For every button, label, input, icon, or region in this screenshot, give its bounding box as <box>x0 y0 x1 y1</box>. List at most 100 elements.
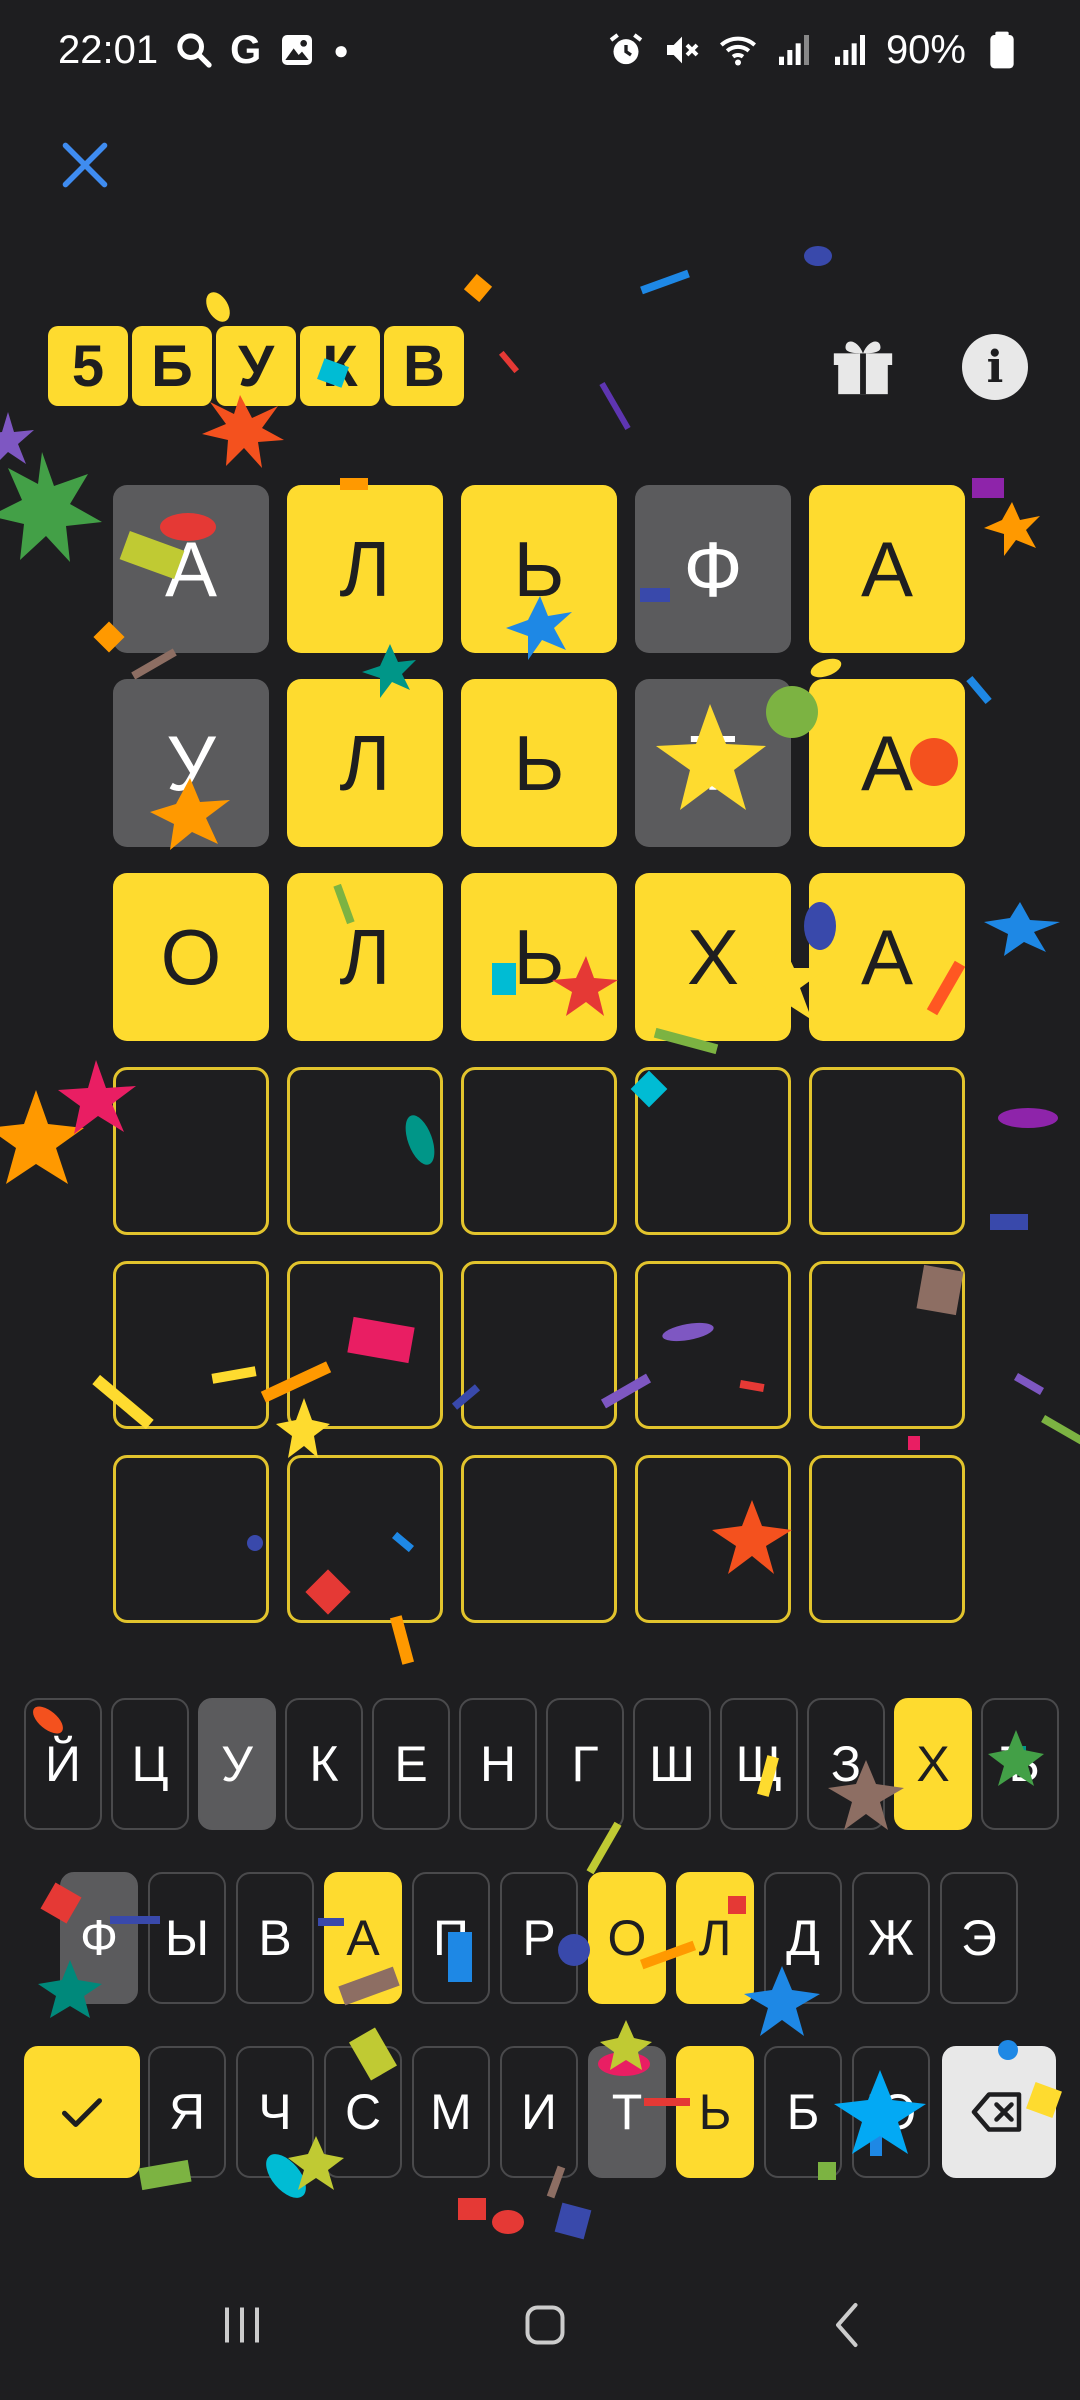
key[interactable]: О <box>588 1872 666 2004</box>
key[interactable]: М <box>412 2046 490 2178</box>
board-cell-empty <box>635 1067 791 1235</box>
board-cell-empty <box>287 1067 443 1235</box>
board-cell-empty <box>809 1261 965 1429</box>
key[interactable]: Й <box>24 1698 102 1830</box>
recent-apps-button[interactable] <box>202 2290 282 2360</box>
board-cell: О <box>113 873 269 1041</box>
alarm-icon <box>606 30 646 70</box>
key[interactable]: С <box>324 2046 402 2178</box>
key[interactable]: Я <box>148 2046 226 2178</box>
board-cell-empty <box>113 1261 269 1429</box>
google-icon: G <box>230 27 262 72</box>
board-cell: А <box>113 485 269 653</box>
board-cell: У <box>113 679 269 847</box>
board-cell-empty <box>113 1067 269 1235</box>
key[interactable]: И <box>500 2046 578 2178</box>
key[interactable]: Х <box>894 1698 972 1830</box>
logo-tile: В <box>384 326 464 406</box>
close-icon <box>62 142 108 188</box>
backspace-icon <box>971 2092 1022 2132</box>
board-cell-empty <box>461 1261 617 1429</box>
board-cell: А <box>809 873 965 1041</box>
keyboard-row-3: Я Ч С М И Т Ь Б Ю <box>0 2046 1080 2178</box>
backspace-button[interactable] <box>942 2046 1056 2178</box>
key[interactable]: Ц <box>111 1698 189 1830</box>
search-icon <box>174 30 214 70</box>
board-cell: Х <box>635 873 791 1041</box>
battery-icon <box>982 30 1022 70</box>
signal-icon <box>830 30 870 70</box>
wifi-icon <box>718 30 758 70</box>
battery-percent: 90% <box>885 27 966 72</box>
key[interactable]: Е <box>372 1698 450 1830</box>
dot-icon: ● <box>333 34 349 65</box>
key[interactable]: Ъ <box>981 1698 1059 1830</box>
logo-tile: 5 <box>48 326 128 406</box>
board-cell-empty <box>287 1455 443 1623</box>
board-cell-empty <box>461 1455 617 1623</box>
board-cell: Ф <box>635 485 791 653</box>
key[interactable]: Т <box>588 2046 666 2178</box>
logo-tile: Б <box>132 326 212 406</box>
key[interactable]: Б <box>764 2046 842 2178</box>
home-button[interactable] <box>505 2290 585 2360</box>
board-cell-empty <box>287 1261 443 1429</box>
logo-tile: К <box>300 326 380 406</box>
screen: 22:01 G ● 90% 5 Б У К В i А Л Ь Ф А У Л … <box>0 0 1080 2400</box>
key[interactable]: Ч <box>236 2046 314 2178</box>
info-button[interactable]: i <box>962 334 1028 400</box>
logo: 5 Б У К В <box>48 326 464 406</box>
home-icon <box>525 2305 565 2345</box>
board-cell: Л <box>287 873 443 1041</box>
key[interactable]: Ж <box>852 1872 930 2004</box>
key[interactable]: К <box>285 1698 363 1830</box>
key[interactable]: Ь <box>676 2046 754 2178</box>
info-icon: i <box>986 341 1004 393</box>
key[interactable]: А <box>324 1872 402 2004</box>
keyboard-row-1: Й Ц У К Е Н Г Ш Щ З Х Ъ <box>0 1698 1080 1830</box>
key[interactable]: Д <box>764 1872 842 2004</box>
key[interactable]: Щ <box>720 1698 798 1830</box>
board-cell: Т <box>635 679 791 847</box>
key[interactable]: В <box>236 1872 314 2004</box>
board-cell-empty <box>635 1455 791 1623</box>
key[interactable]: У <box>198 1698 276 1830</box>
key[interactable]: Ш <box>633 1698 711 1830</box>
status-right: 90% <box>606 28 1022 73</box>
game-board: А Л Ь Ф А У Л Ь Т А О Л Ь Х А <box>113 485 965 1623</box>
board-cell-empty <box>809 1455 965 1623</box>
board-cell-empty <box>635 1261 791 1429</box>
status-left: 22:01 G ● <box>58 28 349 73</box>
key[interactable]: Ю <box>852 2046 930 2178</box>
status-bar: 22:01 G ● 90% <box>0 0 1080 100</box>
gift-icon <box>833 341 893 395</box>
key[interactable]: Ы <box>148 1872 226 2004</box>
key[interactable]: Л <box>676 1872 754 2004</box>
enter-button[interactable] <box>24 2046 140 2178</box>
key[interactable]: Э <box>940 1872 1018 2004</box>
key[interactable]: Н <box>459 1698 537 1830</box>
board-cell: Л <box>287 485 443 653</box>
board-cell: Ь <box>461 873 617 1041</box>
board-cell-empty <box>461 1067 617 1235</box>
key[interactable]: З <box>807 1698 885 1830</box>
signal-icon <box>774 30 814 70</box>
board-cell-empty <box>113 1455 269 1623</box>
recent-apps-icon <box>225 2307 259 2343</box>
close-button[interactable] <box>50 130 120 200</box>
key[interactable]: Ф <box>60 1872 138 2004</box>
navigation-bar <box>0 2270 1080 2380</box>
key[interactable]: Г <box>546 1698 624 1830</box>
status-time: 22:01 <box>58 27 159 72</box>
logo-tile: У <box>216 326 296 406</box>
key[interactable]: П <box>412 1872 490 2004</box>
board-cell: А <box>809 679 965 847</box>
gift-button[interactable] <box>828 330 898 400</box>
gallery-icon <box>277 30 317 70</box>
board-cell: Ь <box>461 485 617 653</box>
back-button[interactable] <box>808 2290 888 2360</box>
keyboard-row-2: Ф Ы В А П Р О Л Д Ж Э <box>0 1872 1080 2004</box>
mute-icon <box>662 30 702 70</box>
key[interactable]: Р <box>500 1872 578 2004</box>
board-cell: А <box>809 485 965 653</box>
